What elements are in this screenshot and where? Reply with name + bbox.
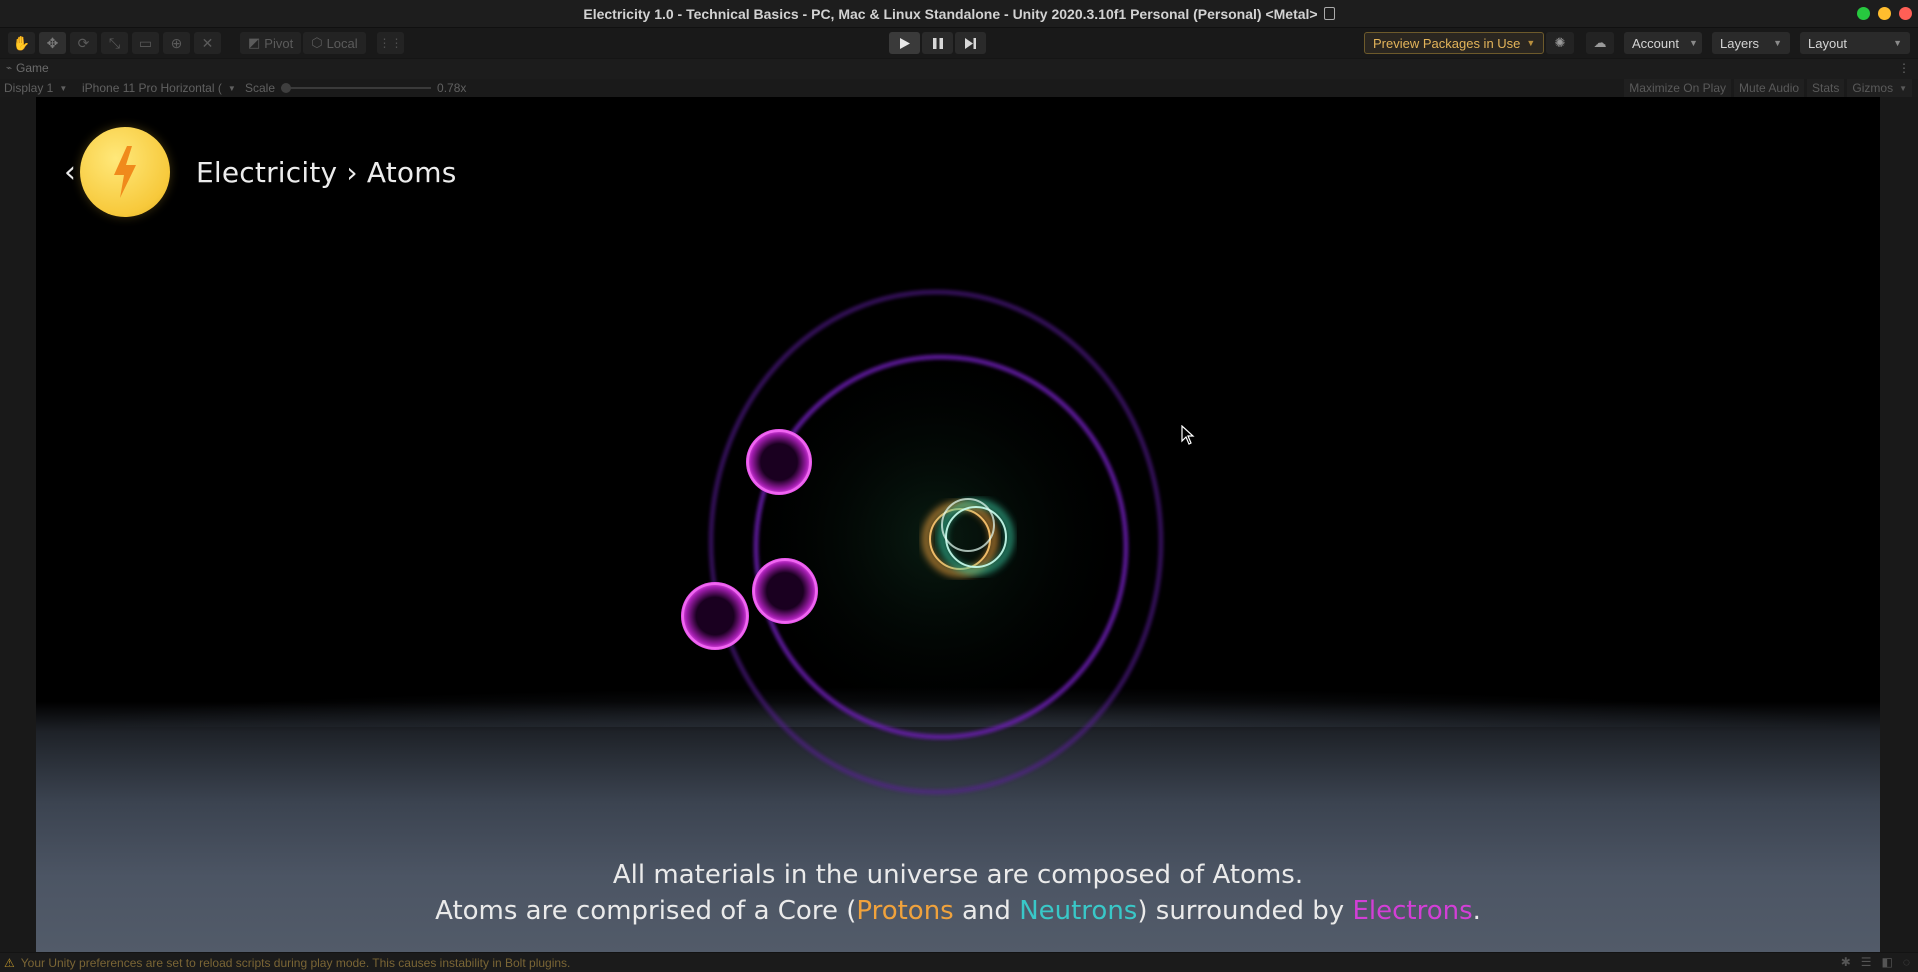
- pause-button[interactable]: [922, 32, 953, 54]
- maximize-on-play-toggle[interactable]: Maximize On Play: [1624, 79, 1731, 97]
- status-message: Your Unity preferences are set to reload…: [20, 955, 571, 970]
- protons-term: Protons: [856, 896, 954, 926]
- game-view-toggles: Maximize On Play Mute Audio Stats Gizmos…: [1624, 79, 1912, 97]
- electrons-term: Electrons: [1352, 896, 1473, 926]
- local-button[interactable]: ⬡ Local: [303, 32, 366, 54]
- account-dropdown[interactable]: Account ▼: [1624, 32, 1702, 54]
- chevron-down-icon: ▼: [227, 83, 236, 93]
- caption-line-1: All materials in the universe are compos…: [612, 860, 1304, 890]
- window-title: Electricity 1.0 - Technical Basics - PC,…: [583, 5, 1318, 22]
- scale-control: Scale 0.78x: [245, 81, 466, 95]
- lightning-bolt-icon: [114, 146, 136, 198]
- scale-tool-icon[interactable]: ⤡: [101, 32, 128, 54]
- local-label: Local: [326, 35, 358, 51]
- caption-text: and: [953, 896, 1020, 926]
- resolution-label: iPhone 11 Pro Horizontal (: [82, 81, 222, 95]
- scene-caption: All materials in the universe are compos…: [36, 857, 1880, 929]
- mute-audio-toggle[interactable]: Mute Audio: [1734, 79, 1805, 97]
- profiler-icon[interactable]: ◧: [1882, 955, 1893, 969]
- collab-icon[interactable]: ✺: [1546, 32, 1574, 54]
- caption-text: ) surrounded by: [1137, 896, 1353, 926]
- chevron-down-icon: ▼: [1893, 38, 1902, 48]
- chevron-down-icon: ▼: [1773, 38, 1782, 48]
- game-viewport[interactable]: ‹ Electricity › Atoms All materials in t…: [36, 97, 1880, 952]
- back-button[interactable]: ‹: [64, 155, 76, 190]
- caption-text: Atoms are comprised of a Core (: [435, 896, 857, 926]
- cloud-icon[interactable]: ☁: [1586, 32, 1614, 54]
- pivot-toggles: ◩ Pivot ⬡ Local: [240, 32, 366, 54]
- game-view-controls: Display 1 ▼ iPhone 11 Pro Horizontal ( ▼…: [0, 79, 1918, 97]
- main-toolbar: ✋ ✥ ⟳ ⤡ ▭ ⊕ ✕ ◩ Pivot ⬡ Local ⋮⋮ Preview…: [0, 28, 1918, 58]
- scale-slider[interactable]: [281, 83, 432, 93]
- pivot-icon: ◩: [248, 35, 261, 50]
- scale-value: 0.78x: [437, 81, 467, 95]
- electricity-badge[interactable]: [80, 127, 170, 217]
- atom-illustration: [681, 289, 1164, 795]
- gizmos-label: Gizmos: [1852, 81, 1894, 95]
- neutrons-term: Neutrons: [1019, 896, 1138, 926]
- unity-editor-window: Electricity 1.0 - Technical Basics - PC,…: [0, 0, 1918, 972]
- debug-icon[interactable]: ✱: [1841, 955, 1851, 969]
- breadcrumb: ‹ Electricity › Atoms: [64, 127, 457, 217]
- local-icon: ⬡: [311, 35, 323, 50]
- tab-game-label: Game: [16, 61, 49, 75]
- document-icon: [1323, 7, 1335, 20]
- caption-text: .: [1472, 896, 1481, 926]
- console-icon[interactable]: ☰: [1861, 955, 1872, 969]
- status-icons: ✱ ☰ ◧ ◌: [1841, 955, 1910, 969]
- close-window-button[interactable]: [1899, 7, 1912, 20]
- gamepad-icon: ⌁: [6, 62, 13, 74]
- pause-icon: [932, 37, 943, 49]
- play-button[interactable]: [889, 32, 920, 54]
- display-label: Display 1: [4, 81, 54, 95]
- resolution-dropdown[interactable]: iPhone 11 Pro Horizontal ( ▼: [82, 81, 236, 95]
- transform-tools: ✋ ✥ ⟳ ⤡ ▭ ⊕ ✕: [8, 32, 221, 54]
- transform-tool-icon[interactable]: ⊕: [163, 32, 190, 54]
- preview-packages-label: Preview Packages in Use: [1373, 35, 1521, 51]
- window-controls: [1857, 7, 1912, 20]
- mouse-cursor-icon: [1181, 425, 1195, 445]
- grid-snap-icon[interactable]: ⋮⋮: [377, 32, 404, 54]
- layout-label: Layout: [1808, 35, 1848, 51]
- stats-toggle[interactable]: Stats: [1807, 79, 1845, 97]
- chevron-down-icon: ▼: [1526, 38, 1536, 48]
- move-tool-icon[interactable]: ✥: [39, 32, 66, 54]
- breadcrumb-title: Electricity › Atoms: [196, 155, 457, 189]
- maximize-window-button[interactable]: [1857, 7, 1870, 20]
- minimize-window-button[interactable]: [1878, 7, 1891, 20]
- game-tab-row: ⌁ Game ⋮: [0, 58, 1918, 79]
- layers-label: Layers: [1720, 35, 1760, 51]
- step-icon: [965, 37, 976, 49]
- hand-tool-icon[interactable]: ✋: [8, 32, 35, 54]
- title-bar: Electricity 1.0 - Technical Basics - PC,…: [0, 0, 1918, 28]
- tab-menu-icon[interactable]: ⋮: [1898, 61, 1910, 75]
- layout-dropdown[interactable]: Layout ▼: [1800, 32, 1910, 54]
- chevron-down-icon: ▼: [1688, 38, 1698, 48]
- scale-slider-handle[interactable]: [281, 83, 292, 93]
- chevron-down-icon: ▼: [59, 83, 68, 93]
- account-label: Account: [1632, 35, 1679, 51]
- pivot-button[interactable]: ◩ Pivot: [240, 32, 302, 54]
- rotate-tool-icon[interactable]: ⟳: [70, 32, 97, 54]
- caption-line-2: Atoms are comprised of a Core (Protons a…: [36, 893, 1880, 929]
- play-icon: [899, 37, 910, 49]
- gizmos-dropdown[interactable]: Gizmos ▼: [1847, 79, 1912, 97]
- step-button[interactable]: [955, 32, 986, 54]
- status-bar[interactable]: ⚠ Your Unity preferences are set to relo…: [0, 952, 1918, 972]
- play-controls: [889, 32, 986, 54]
- display-dropdown[interactable]: Display 1 ▼: [4, 81, 67, 95]
- tab-game[interactable]: ⌁ Game: [6, 61, 49, 75]
- pivot-label: Pivot: [264, 35, 294, 51]
- custom-tool-icon[interactable]: ✕: [194, 32, 221, 54]
- progress-icon[interactable]: ◌: [1903, 955, 1910, 969]
- scale-label: Scale: [245, 81, 276, 95]
- chevron-down-icon: ▼: [1899, 83, 1907, 93]
- warning-icon: ⚠: [4, 955, 15, 970]
- layers-dropdown[interactable]: Layers ▼: [1712, 32, 1790, 54]
- preview-packages-button[interactable]: Preview Packages in Use ▼: [1364, 32, 1545, 54]
- rect-tool-icon[interactable]: ▭: [132, 32, 159, 54]
